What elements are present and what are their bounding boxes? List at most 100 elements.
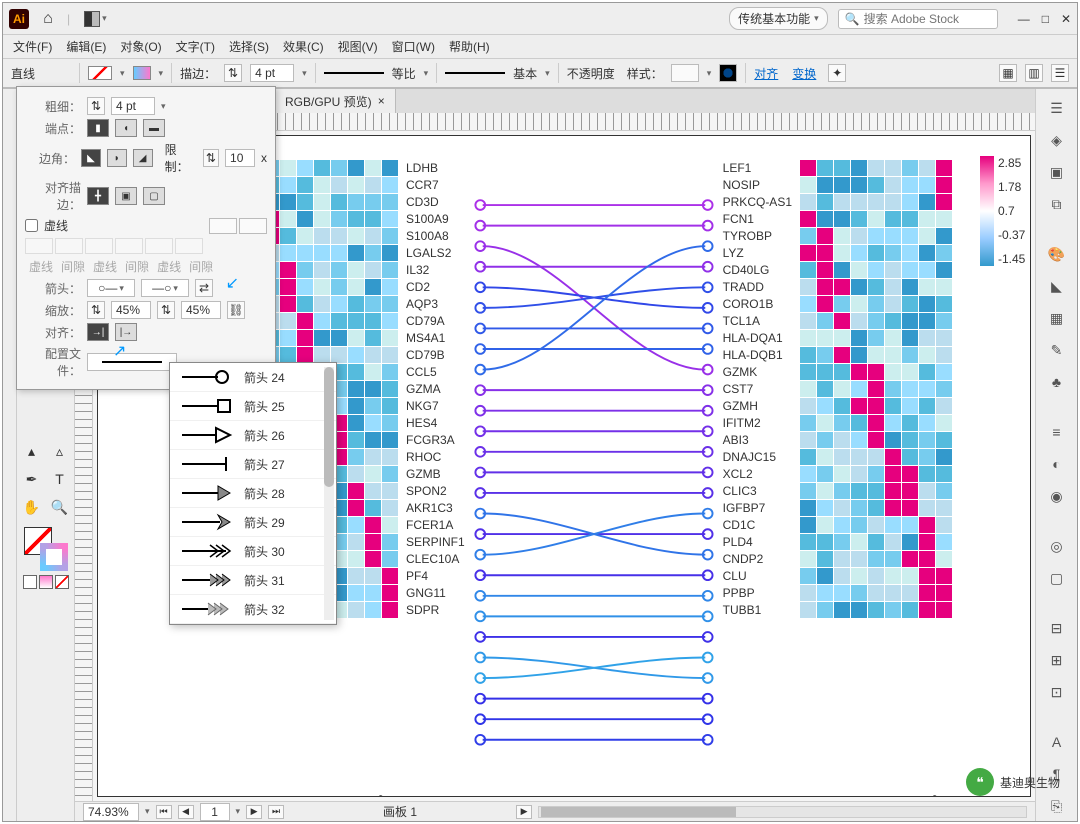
dropdown-item[interactable]: 箭头 27: [170, 450, 336, 479]
dropdown-item[interactable]: 箭头 26: [170, 421, 336, 450]
dropdown-item[interactable]: 箭头 30: [170, 537, 336, 566]
align-outside-icon[interactable]: ▢: [143, 187, 165, 205]
transform-panel-icon[interactable]: ⊞: [1046, 649, 1068, 671]
align-link[interactable]: 对齐: [754, 65, 778, 82]
libraries-icon[interactable]: ⧉: [1046, 193, 1068, 215]
cap-round-icon[interactable]: ◖: [115, 119, 137, 137]
properties-panel-icon[interactable]: ☰: [1046, 97, 1068, 119]
prefs-icon[interactable]: ☰: [1051, 64, 1069, 82]
arrow-start-dropdown[interactable]: ○— ▾: [87, 279, 135, 297]
corner-miter-icon[interactable]: ◣: [81, 149, 101, 167]
appearance-icon[interactable]: [719, 64, 737, 82]
h-scrollbar[interactable]: [538, 806, 1027, 818]
menu-item[interactable]: 视图(V): [338, 38, 378, 55]
selection-tool-icon[interactable]: ▴: [20, 439, 44, 463]
dash-checkbox[interactable]: [25, 219, 38, 232]
fill-swatch[interactable]: [88, 66, 112, 80]
scale-end-input[interactable]: [181, 301, 221, 319]
dropdown-item[interactable]: 箭头 24: [170, 363, 336, 392]
cap-butt-icon[interactable]: ▮: [87, 119, 109, 137]
zoom-input[interactable]: [83, 803, 139, 821]
brushes-icon[interactable]: ✎: [1046, 339, 1068, 361]
isolate-icon[interactable]: ✦: [828, 64, 846, 82]
symbols-icon[interactable]: ♣: [1046, 371, 1068, 393]
workspace-dropdown[interactable]: 传统基本功能 ▾: [729, 7, 828, 30]
minimize-button[interactable]: —: [1018, 12, 1030, 26]
limit-input[interactable]: [225, 149, 255, 167]
grid-icon[interactable]: ▦: [999, 64, 1017, 82]
zoom-tool-icon[interactable]: 🔍: [48, 495, 72, 519]
transparency-icon[interactable]: ◉: [1046, 485, 1068, 507]
document-tab[interactable]: RGB/GPU 预览) ×: [275, 89, 396, 113]
align-inside-icon[interactable]: ▣: [115, 187, 137, 205]
menu-item[interactable]: 效果(C): [283, 38, 324, 55]
layers-icon[interactable]: ◈: [1046, 129, 1068, 151]
profile-dropdown[interactable]: [87, 353, 177, 371]
stroke-box-icon[interactable]: [40, 543, 68, 571]
pathfinder-icon[interactable]: ⊡: [1046, 681, 1068, 703]
arrow-align-end-icon[interactable]: |→: [115, 323, 137, 341]
corner-bevel-icon[interactable]: ◢: [133, 149, 153, 167]
stepper-icon[interactable]: ⇅: [157, 301, 175, 319]
last-page-icon[interactable]: ⏭: [268, 805, 284, 819]
home-icon[interactable]: ⌂: [39, 10, 57, 28]
hand-tool-icon[interactable]: ✋: [20, 495, 44, 519]
swatches-icon[interactable]: ▦: [1046, 307, 1068, 329]
type-tool-icon[interactable]: T: [48, 467, 72, 491]
gradient-icon[interactable]: ◐: [1046, 453, 1068, 475]
page-input[interactable]: [200, 803, 230, 821]
menu-item[interactable]: 文字(T): [176, 38, 215, 55]
dropdown-item[interactable]: 箭头 25: [170, 392, 336, 421]
none-mode-icon[interactable]: [55, 575, 69, 589]
graphic-styles-icon[interactable]: ▢: [1046, 567, 1068, 589]
menu-item[interactable]: 选择(S): [229, 38, 269, 55]
close-button[interactable]: ✕: [1061, 12, 1071, 26]
chevron-down-icon[interactable]: ▾: [161, 101, 166, 112]
shape-icon[interactable]: ◣: [1046, 275, 1068, 297]
scale-start-input[interactable]: [111, 301, 151, 319]
panel-icon[interactable]: ▥: [1025, 64, 1043, 82]
asset-export-icon[interactable]: ⎘: [1046, 795, 1068, 817]
menu-item[interactable]: 窗口(W): [392, 38, 435, 55]
color-icon[interactable]: 🎨: [1046, 243, 1068, 265]
appearance-icon[interactable]: ◎: [1046, 535, 1068, 557]
fill-stroke-control[interactable]: [24, 527, 68, 571]
dropdown-item[interactable]: 箭头 29: [170, 508, 336, 537]
link-scale-icon[interactable]: ⛓: [227, 301, 245, 319]
stroke-weight-input[interactable]: [250, 64, 294, 82]
scroll-left-icon[interactable]: ▶: [516, 805, 532, 819]
menu-item[interactable]: 对象(O): [120, 38, 161, 55]
color-mode-icon[interactable]: [23, 575, 37, 589]
menu-item[interactable]: 帮助(H): [449, 38, 490, 55]
dropdown-item[interactable]: 箭头 31: [170, 566, 336, 595]
arrow-end-dropdown[interactable]: —○ ▾: [141, 279, 189, 297]
gradient-mode-icon[interactable]: [39, 575, 53, 589]
stepper-icon[interactable]: ⇅: [203, 149, 219, 167]
align-center-icon[interactable]: ╋: [87, 187, 109, 205]
weight-input[interactable]: [111, 97, 155, 115]
stepper-icon[interactable]: ⇅: [224, 64, 242, 82]
style-swatch[interactable]: [671, 64, 699, 82]
stepper-icon[interactable]: ⇅: [87, 97, 105, 115]
artboards-icon[interactable]: ▣: [1046, 161, 1068, 183]
swap-arrows-icon[interactable]: ⇄: [195, 279, 213, 297]
char-panel-icon[interactable]: A: [1046, 731, 1068, 753]
arrow-align-tip-icon[interactable]: →|: [87, 323, 109, 341]
next-page-icon[interactable]: ▶: [246, 805, 262, 819]
align-panel-icon[interactable]: ⊟: [1046, 617, 1068, 639]
document-layout-selector[interactable]: ▾: [84, 11, 107, 27]
prev-page-icon[interactable]: ◀: [178, 805, 194, 819]
search-input[interactable]: 🔍: [838, 9, 998, 29]
scrollbar-thumb[interactable]: [324, 367, 334, 487]
dropdown-item[interactable]: 箭头 28: [170, 479, 336, 508]
transform-link[interactable]: 变换: [792, 65, 816, 82]
chevron-down-icon[interactable]: ▾: [302, 68, 307, 79]
stroke-swatch[interactable]: [133, 66, 151, 80]
menu-item[interactable]: 文件(F): [13, 38, 52, 55]
maximize-button[interactable]: □: [1042, 12, 1049, 26]
direct-selection-tool-icon[interactable]: ▵: [48, 439, 72, 463]
stepper-icon[interactable]: ⇅: [87, 301, 105, 319]
search-field[interactable]: [864, 12, 984, 26]
tab-close-icon[interactable]: ×: [378, 94, 385, 108]
cap-projecting-icon[interactable]: ▬: [143, 119, 165, 137]
